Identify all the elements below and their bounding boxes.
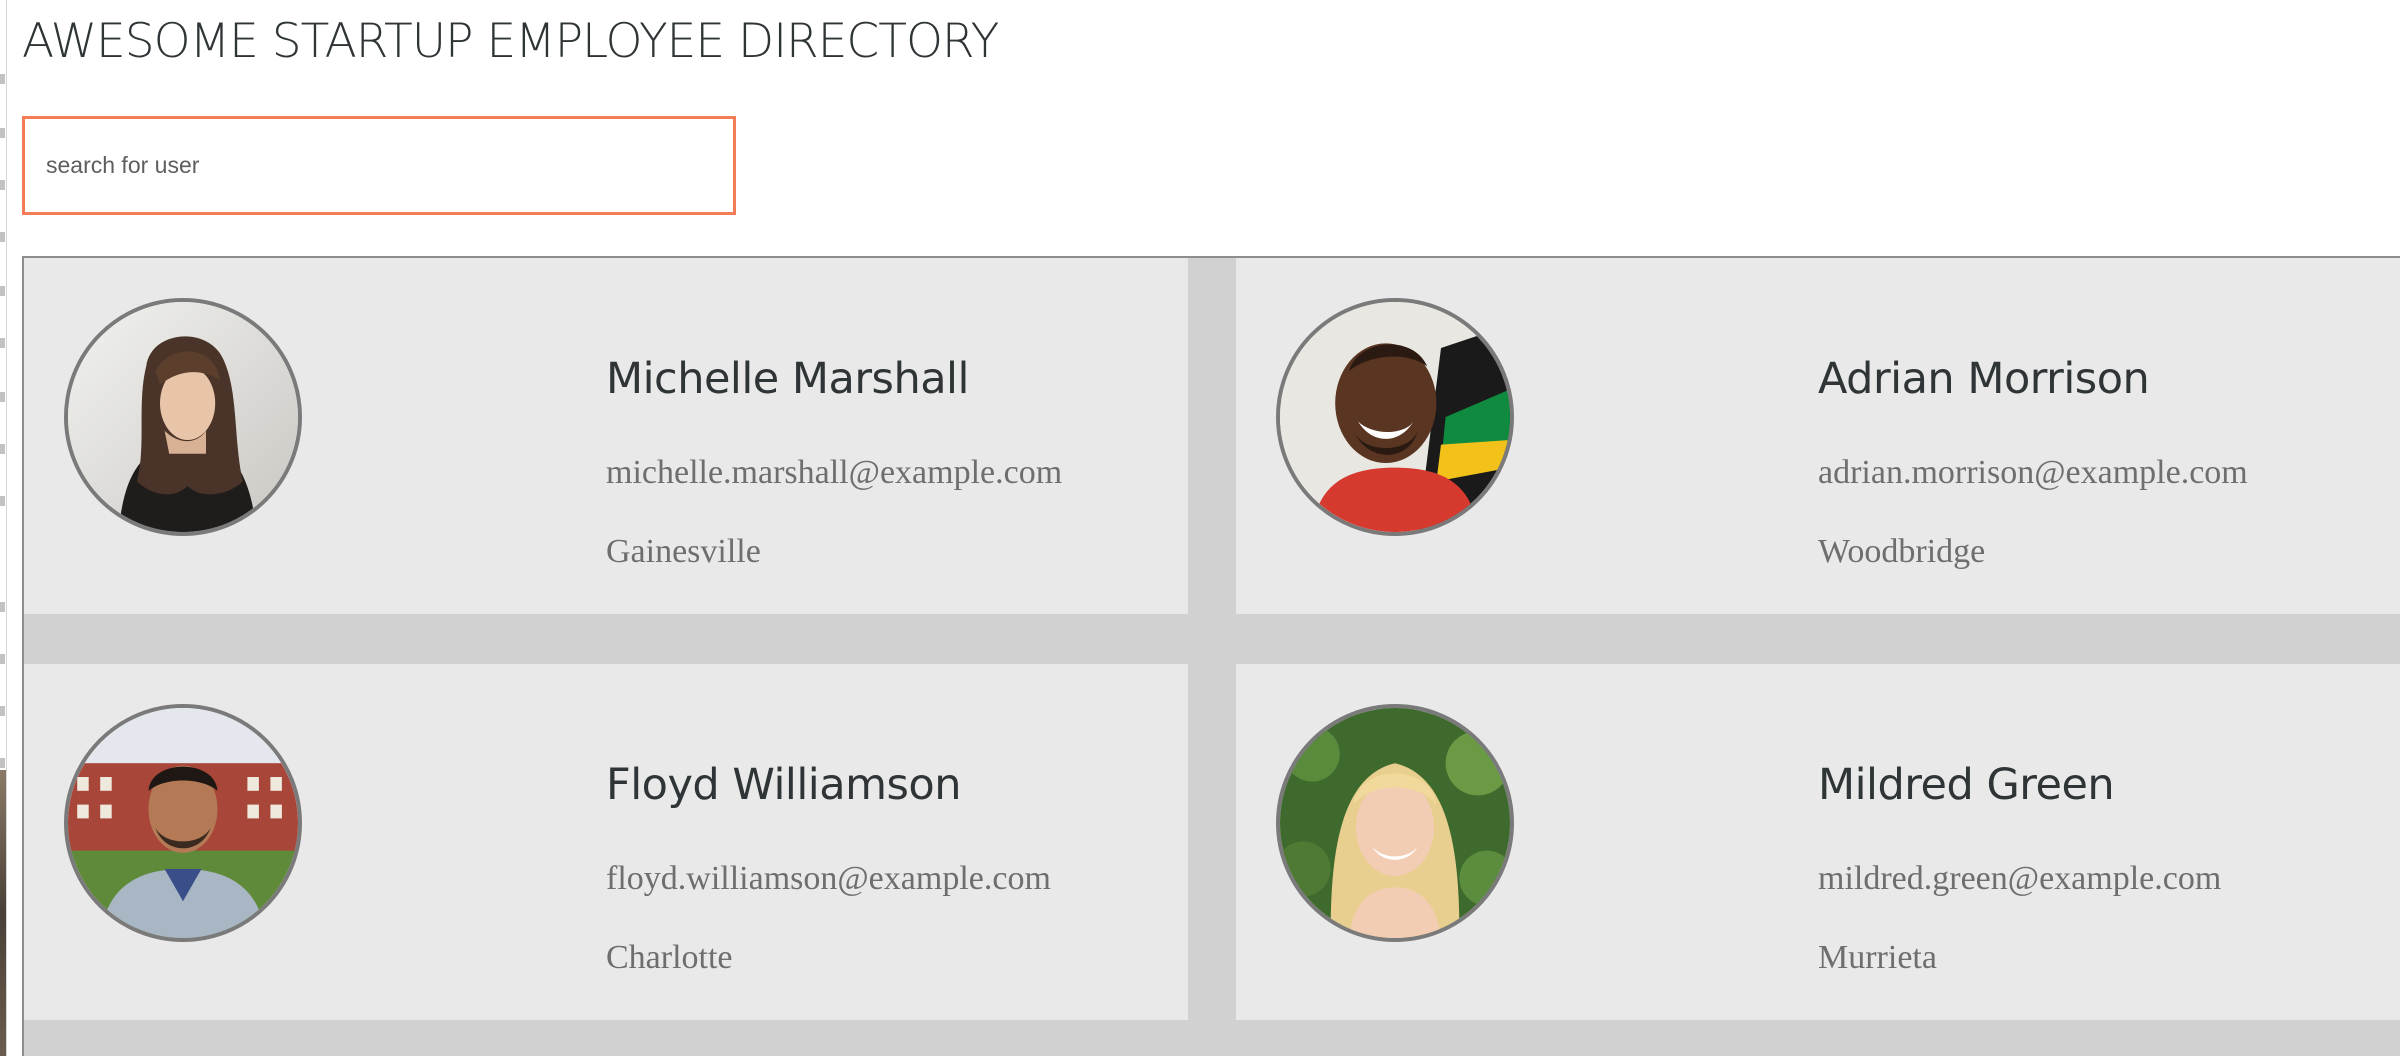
employee-name: Michelle Marshall	[606, 354, 969, 404]
employee-email: adrian.morrison@example.com	[1818, 454, 2248, 491]
avatar	[1276, 298, 1514, 536]
employee-card[interactable]: Floyd Williamson floyd.williamson@exampl…	[24, 664, 1188, 1020]
person-photo-icon	[68, 302, 298, 532]
employee-city: Charlotte	[606, 939, 733, 976]
employee-city: Gainesville	[606, 533, 761, 570]
avatar	[64, 298, 302, 536]
employee-email: mildred.green@example.com	[1818, 860, 2222, 897]
employee-card[interactable]: Mildred Green mildred.green@example.com …	[1236, 664, 2400, 1020]
background-window-edge	[0, 0, 7, 1056]
employee-city: Woodbridge	[1818, 533, 1986, 570]
employee-card[interactable]: Adrian Morrison adrian.morrison@example.…	[1236, 258, 2400, 614]
employee-email: floyd.williamson@example.com	[606, 860, 1051, 897]
employee-name: Floyd Williamson	[606, 760, 961, 810]
avatar	[1276, 704, 1514, 942]
search-input[interactable]	[22, 116, 736, 215]
person-photo-icon	[68, 708, 298, 938]
employee-name: Adrian Morrison	[1818, 354, 2150, 404]
person-photo-icon	[1280, 708, 1510, 938]
avatar	[64, 704, 302, 942]
employee-grid: Michelle Marshall michelle.marshall@exam…	[22, 256, 2400, 1056]
employee-city: Murrieta	[1818, 939, 1937, 976]
app-window: AWESOME STARTUP EMPLOYEE DIRECTORY searc…	[0, 0, 2400, 1056]
employee-email: michelle.marshall@example.com	[606, 454, 1063, 491]
employee-name: Mildred Green	[1818, 760, 2115, 810]
person-photo-icon	[1280, 302, 1510, 532]
page-title: AWESOME STARTUP EMPLOYEE DIRECTORY	[22, 14, 999, 69]
employee-card[interactable]: Michelle Marshall michelle.marshall@exam…	[24, 258, 1188, 614]
